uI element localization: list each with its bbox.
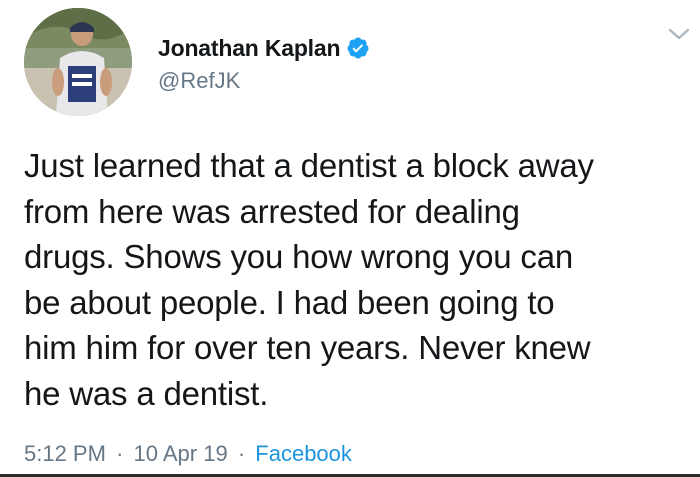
tweet-date[interactable]: 10 Apr 19 — [134, 441, 228, 466]
tweet-text: Just learned that a dentist a block away… — [24, 143, 684, 416]
tweet-text-line: from here was arrested for dealing — [24, 192, 520, 230]
tweet-time[interactable]: 5:12 PM — [24, 441, 106, 466]
name-row: Jonathan Kaplan — [158, 34, 370, 62]
tweet-text-line: Just learned that a dentist a block away — [24, 147, 594, 184]
meta-separator: · — [237, 441, 246, 466]
tweet-card: Jonathan Kaplan @RefJK Just learned that… — [0, 0, 700, 477]
tweet-source-link[interactable]: Facebook — [255, 441, 352, 466]
avatar[interactable] — [24, 8, 132, 116]
display-name[interactable]: Jonathan Kaplan — [158, 35, 341, 62]
tweet-metadata: 5:12 PM · 10 Apr 19 · Facebook — [24, 441, 352, 467]
chevron-down-icon[interactable] — [666, 24, 692, 44]
tweet-text-line: him him for over ten years. Never knew — [24, 329, 591, 366]
tweet-header: Jonathan Kaplan @RefJK — [158, 34, 370, 94]
avatar-photo — [24, 8, 132, 116]
tweet-text-line: he was a dentist. — [24, 374, 269, 412]
username-handle[interactable]: @RefJK — [158, 68, 370, 94]
tweet-text-line: be about people. I had been going to — [24, 283, 555, 321]
meta-separator: · — [116, 441, 124, 466]
tweet-text-line: drugs. Shows you how wrong you can — [24, 238, 574, 275]
verified-badge-icon — [346, 36, 370, 60]
